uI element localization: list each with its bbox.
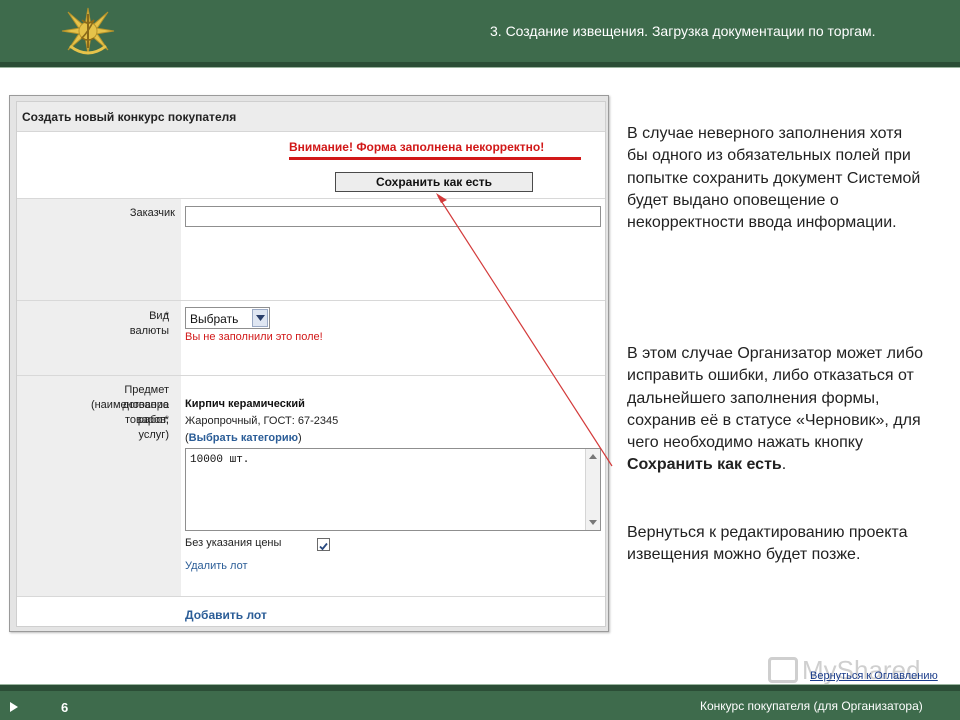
add-lot-link[interactable]: Добавить лот bbox=[185, 608, 267, 622]
customer-input[interactable] bbox=[185, 206, 601, 227]
row-divider bbox=[17, 596, 605, 597]
quantity-value: 10000 шт. bbox=[190, 454, 250, 466]
no-price-checkbox[interactable] bbox=[317, 538, 330, 551]
check-icon bbox=[319, 542, 328, 551]
form-heading-bar: Создать новый конкурс покупателя bbox=[17, 102, 605, 132]
form-heading: Создать новый конкурс покупателя bbox=[22, 110, 237, 124]
scroll-down-icon[interactable] bbox=[589, 520, 597, 525]
page-title: 3. Создание извещения. Загрузка документ… bbox=[490, 23, 876, 39]
product-description: Жаропрочный, ГОСТ: 67-2345 bbox=[185, 415, 339, 427]
delete-lot-link[interactable]: Удалить лот bbox=[185, 560, 248, 572]
header-band: 3. Создание извещения. Загрузка документ… bbox=[0, 0, 960, 62]
save-as-is-emphasis: Сохранить как есть bbox=[627, 456, 782, 474]
emblem-icon bbox=[61, 7, 115, 55]
footer-divider bbox=[0, 684, 960, 691]
form-warning: Внимание! Форма заполнена некорректно! bbox=[289, 140, 581, 160]
watermark-icon bbox=[768, 657, 798, 683]
description-paragraph-1: В случае неверного заполнения хотя бы од… bbox=[627, 125, 921, 232]
currency-select[interactable]: Выбрать bbox=[185, 307, 270, 329]
scroll-up-icon[interactable] bbox=[589, 454, 597, 459]
textarea-scrollbar[interactable] bbox=[585, 449, 600, 530]
footer-text: Конкурс покупателя (для Организатора) bbox=[700, 699, 923, 713]
description-paragraph-2: В этом случае Организатор может либо исп… bbox=[627, 345, 924, 474]
quantity-textarea[interactable]: 10000 шт. bbox=[185, 448, 601, 531]
customer-label: Заказчик bbox=[129, 207, 175, 219]
product-category: (Выбрать категорию) bbox=[185, 432, 302, 444]
header-divider bbox=[0, 62, 960, 68]
no-price-label: Без указания цены bbox=[185, 537, 282, 549]
page-number: 6 bbox=[61, 700, 69, 715]
form-container: Создать новый конкурс покупателя Внимани… bbox=[16, 101, 606, 627]
currency-error: Вы не заполнили это поле! bbox=[185, 331, 323, 343]
back-to-contents-link[interactable]: Вернуться к Оглавлению bbox=[810, 670, 938, 682]
save-as-is-button[interactable]: Сохранить как есть bbox=[335, 172, 533, 192]
currency-selected-value: Выбрать bbox=[190, 312, 239, 326]
product-name: Кирпич керамический bbox=[185, 398, 305, 410]
choose-category-link[interactable]: Выбрать категорию bbox=[189, 432, 298, 444]
description-paragraph-3: Вернуться к редактированию проекта извещ… bbox=[627, 524, 908, 564]
form-screenshot: Создать новый конкурс покупателя Внимани… bbox=[9, 95, 609, 632]
chevron-down-icon[interactable] bbox=[252, 309, 268, 327]
play-icon[interactable] bbox=[10, 702, 18, 712]
